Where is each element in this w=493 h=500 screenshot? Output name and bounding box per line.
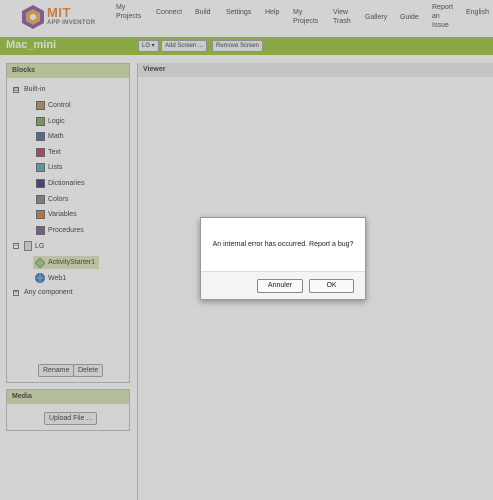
cancel-button[interactable]: Annuler (257, 279, 303, 293)
error-dialog: An internal error has occurred. Report a… (200, 217, 366, 300)
dialog-footer: Annuler OK (201, 271, 365, 299)
ok-button[interactable]: OK (309, 279, 354, 293)
dialog-message: An internal error has occurred. Report a… (212, 241, 354, 248)
